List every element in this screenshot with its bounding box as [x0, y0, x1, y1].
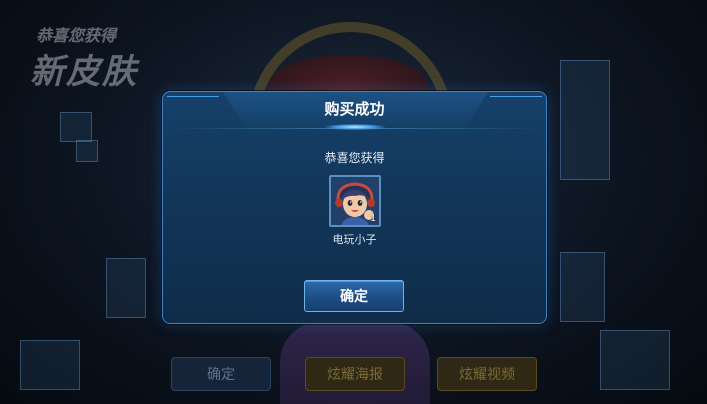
- reward-item-slot[interactable]: 1: [329, 175, 381, 227]
- background-block: [600, 330, 670, 390]
- background-block: [60, 112, 92, 142]
- header-line-right: [490, 96, 542, 97]
- purchase-success-dialog: 购买成功 恭喜您获得 1 电玩小子 确定: [162, 91, 547, 324]
- background-headline-big: 新皮肤: [30, 52, 138, 92]
- background-block: [106, 258, 146, 318]
- background-block: [20, 340, 80, 390]
- background-block: [560, 252, 605, 322]
- share-video-button: 炫耀视频: [437, 357, 537, 391]
- share-poster-button: 炫耀海报: [305, 357, 405, 391]
- dialog-divider: [173, 128, 538, 129]
- background-block: [560, 60, 610, 180]
- background-block: [76, 140, 98, 162]
- dialog-title: 购买成功: [324, 100, 385, 118]
- header-glow: [325, 124, 385, 130]
- item-count: 1: [370, 214, 376, 224]
- background-confirm-button: 确定: [171, 357, 271, 391]
- background-headline-small: 恭喜您获得: [36, 26, 117, 45]
- confirm-button[interactable]: 确定: [304, 280, 404, 312]
- header-line-left: [167, 96, 219, 97]
- congrats-text: 恭喜您获得: [324, 151, 385, 165]
- item-name: 电玩小子: [332, 233, 377, 246]
- dialog-header: 购买成功: [163, 92, 546, 130]
